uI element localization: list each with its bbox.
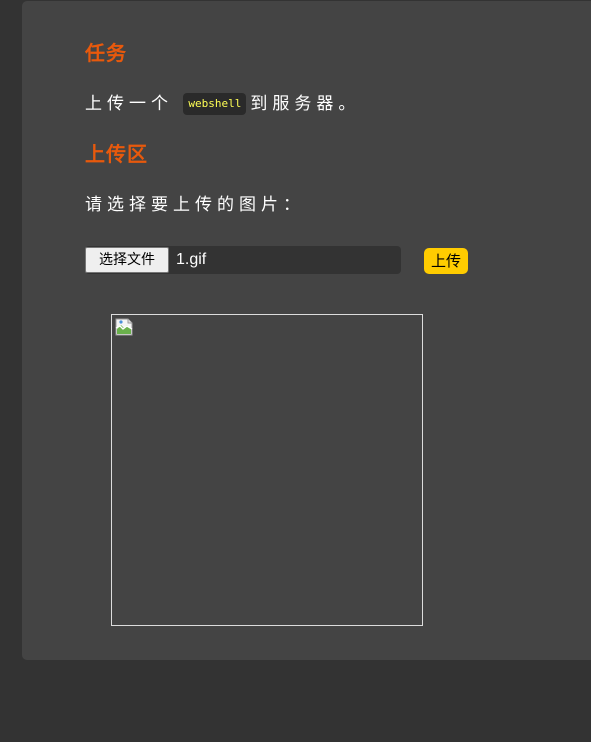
upload-heading: 上传区 [85,142,148,166]
file-input[interactable]: 选择文件 1.gif [85,246,401,274]
broken-image-icon [115,318,133,336]
selected-file-name: 1.gif [176,251,207,268]
upload-prompt: 请选择要上传的图片： [85,195,305,215]
task-heading: 任务 [85,41,127,65]
webshell-code: webshell [183,93,247,115]
task-text-before: 上传一个 [85,94,173,114]
upload-preview-image [111,314,423,626]
task-description: 上传一个 webshell 到服务器。 [85,92,360,116]
upload-submit-button[interactable]: 上传 [424,248,468,274]
task-text-after: 到服务器。 [250,94,361,114]
choose-file-button[interactable]: 选择文件 [85,247,169,273]
